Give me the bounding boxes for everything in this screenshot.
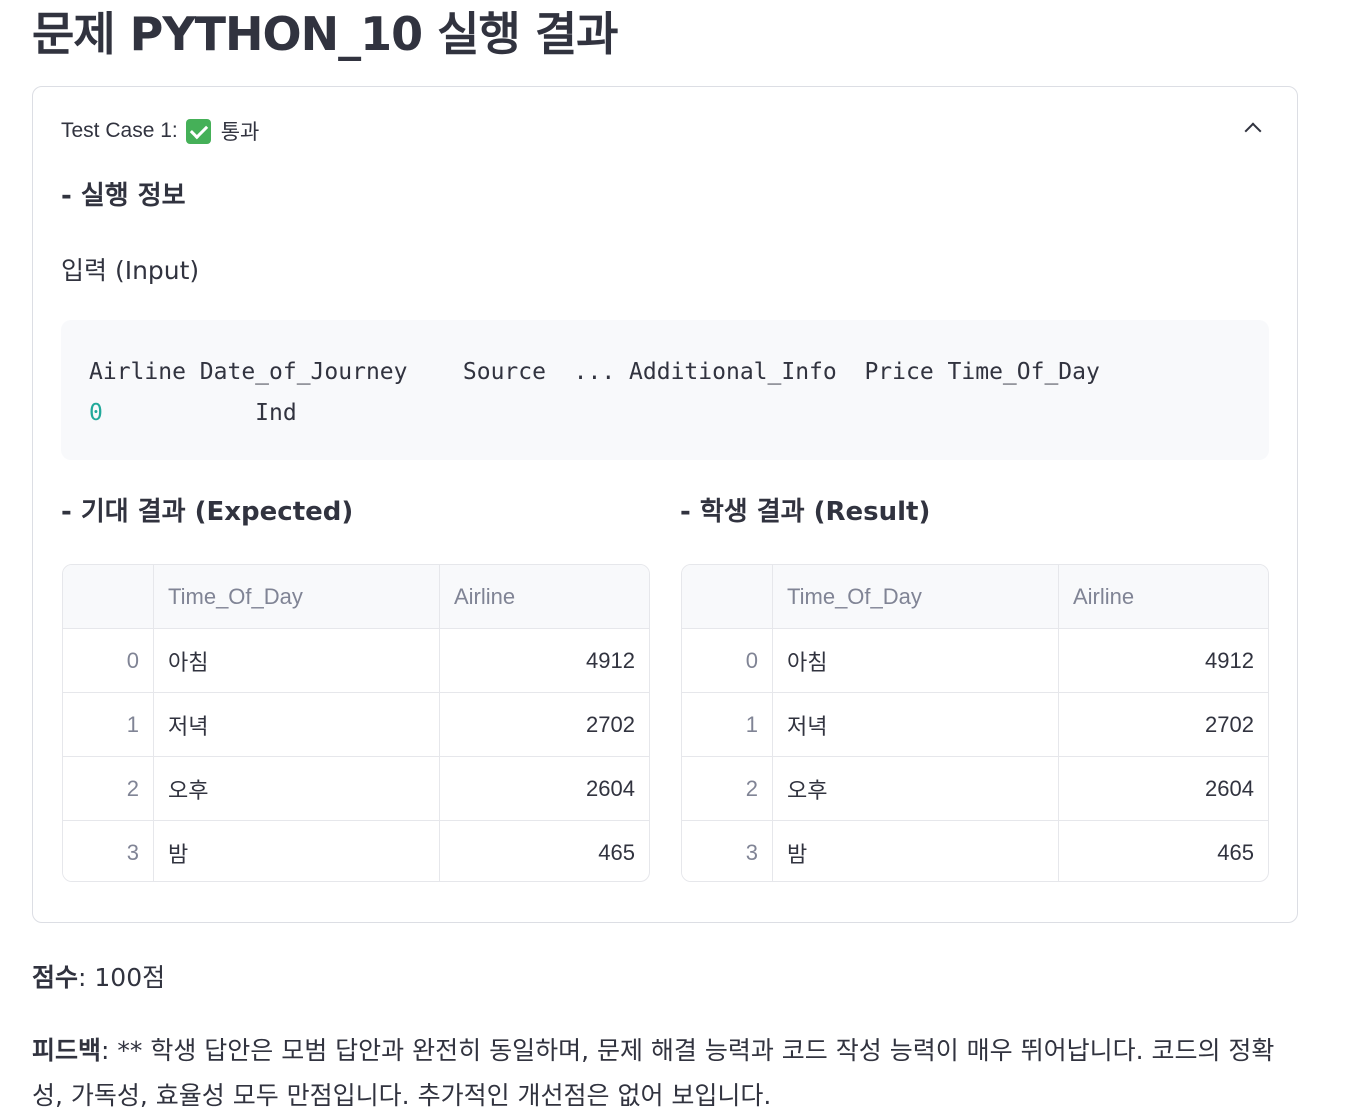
table-row: 0 아침 4912 <box>682 628 1268 693</box>
code-line-value: Ind <box>102 400 297 426</box>
column-header-airline[interactable]: Airline <box>439 565 649 629</box>
table-row: 3 밤 465 <box>63 820 649 881</box>
cell-airline: 2702 <box>439 692 649 757</box>
row-index: 0 <box>682 628 773 693</box>
cell-airline: 4912 <box>1058 628 1268 693</box>
cell-airline: 2702 <box>1058 692 1268 757</box>
test-case-header[interactable]: Test Case 1: 통과 <box>61 115 259 147</box>
feedback-text: : ** 학생 답안은 모범 답안과 완전히 동일하며, 문제 해결 능력과 코… <box>32 1036 1275 1110</box>
cell-time-of-day: 오후 <box>772 756 1059 821</box>
cell-time-of-day: 아침 <box>153 628 440 693</box>
cell-airline: 465 <box>439 820 649 881</box>
row-index: 1 <box>682 692 773 757</box>
score-label: 점수 <box>32 963 79 992</box>
results-page: 문제 PYTHON_10 실행 결과 Test Case 1: 통과 - 실행 … <box>0 0 1358 1114</box>
row-index: 2 <box>682 756 773 821</box>
chevron-up-icon[interactable] <box>1245 121 1259 135</box>
cell-airline: 2604 <box>1058 756 1268 821</box>
expected-dataframe[interactable]: Time_Of_Day Airline 0 아침 4912 1 저녁 2702 <box>62 564 650 882</box>
result-dataframe[interactable]: Time_Of_Day Airline 0 아침 4912 1 저녁 2702 <box>681 564 1269 882</box>
test-case-label: Test Case 1: <box>61 119 178 142</box>
table-row: 2 오후 2604 <box>63 756 649 821</box>
table-row: 1 저녁 2702 <box>682 692 1268 757</box>
cell-time-of-day: 밤 <box>153 820 440 881</box>
table-row: 1 저녁 2702 <box>63 692 649 757</box>
result-title: - 학생 결과 (Result) <box>680 497 931 527</box>
input-code-block: Airline Date_of_Journey Source ... Addit… <box>61 320 1269 460</box>
row-index: 3 <box>63 820 154 881</box>
column-header-time-of-day[interactable]: Time_Of_Day <box>153 565 440 629</box>
table-row: 2 오후 2604 <box>682 756 1268 821</box>
input-label: 입력 (Input) <box>61 256 200 285</box>
column-header-time-of-day[interactable]: Time_Of_Day <box>772 565 1059 629</box>
table-header-row: Time_Of_Day Airline <box>682 565 1268 629</box>
test-case-expander: Test Case 1: 통과 - 실행 정보 입력 (Input) Airli… <box>32 86 1298 923</box>
feedback-paragraph: 피드백: ** 학생 답안은 모범 답안과 완전히 동일하며, 문제 해결 능력… <box>32 1028 1302 1114</box>
table-row: 0 아침 4912 <box>63 628 649 693</box>
cell-time-of-day: 저녁 <box>772 692 1059 757</box>
cell-airline: 4912 <box>439 628 649 693</box>
check-mark-icon <box>185 118 211 144</box>
row-index: 1 <box>63 692 154 757</box>
page-title: 문제 PYTHON_10 실행 결과 <box>32 7 618 61</box>
cell-time-of-day: 저녁 <box>153 692 440 757</box>
feedback-label: 피드백 <box>32 1036 102 1065</box>
code-line-header: Airline Date_of_Journey Source ... Addit… <box>89 359 1100 385</box>
code-line-index: 0 <box>89 400 103 426</box>
cell-time-of-day: 밤 <box>772 820 1059 881</box>
score-line: 점수: 100점 <box>32 958 165 994</box>
test-case-status: 통과 <box>220 121 260 144</box>
expected-title: - 기대 결과 (Expected) <box>61 497 354 527</box>
cell-airline: 2604 <box>439 756 649 821</box>
cell-time-of-day: 오후 <box>153 756 440 821</box>
row-index: 0 <box>63 628 154 693</box>
score-value: : 100점 <box>78 963 166 992</box>
column-header-index <box>63 565 154 629</box>
column-header-airline[interactable]: Airline <box>1058 565 1268 629</box>
row-index: 2 <box>63 756 154 821</box>
table-header-row: Time_Of_Day Airline <box>63 565 649 629</box>
column-header-index <box>682 565 773 629</box>
table-row: 3 밤 465 <box>682 820 1268 881</box>
exec-info-title: - 실행 정보 <box>61 181 186 211</box>
row-index: 3 <box>682 820 773 881</box>
cell-time-of-day: 아침 <box>772 628 1059 693</box>
cell-airline: 465 <box>1058 820 1268 881</box>
